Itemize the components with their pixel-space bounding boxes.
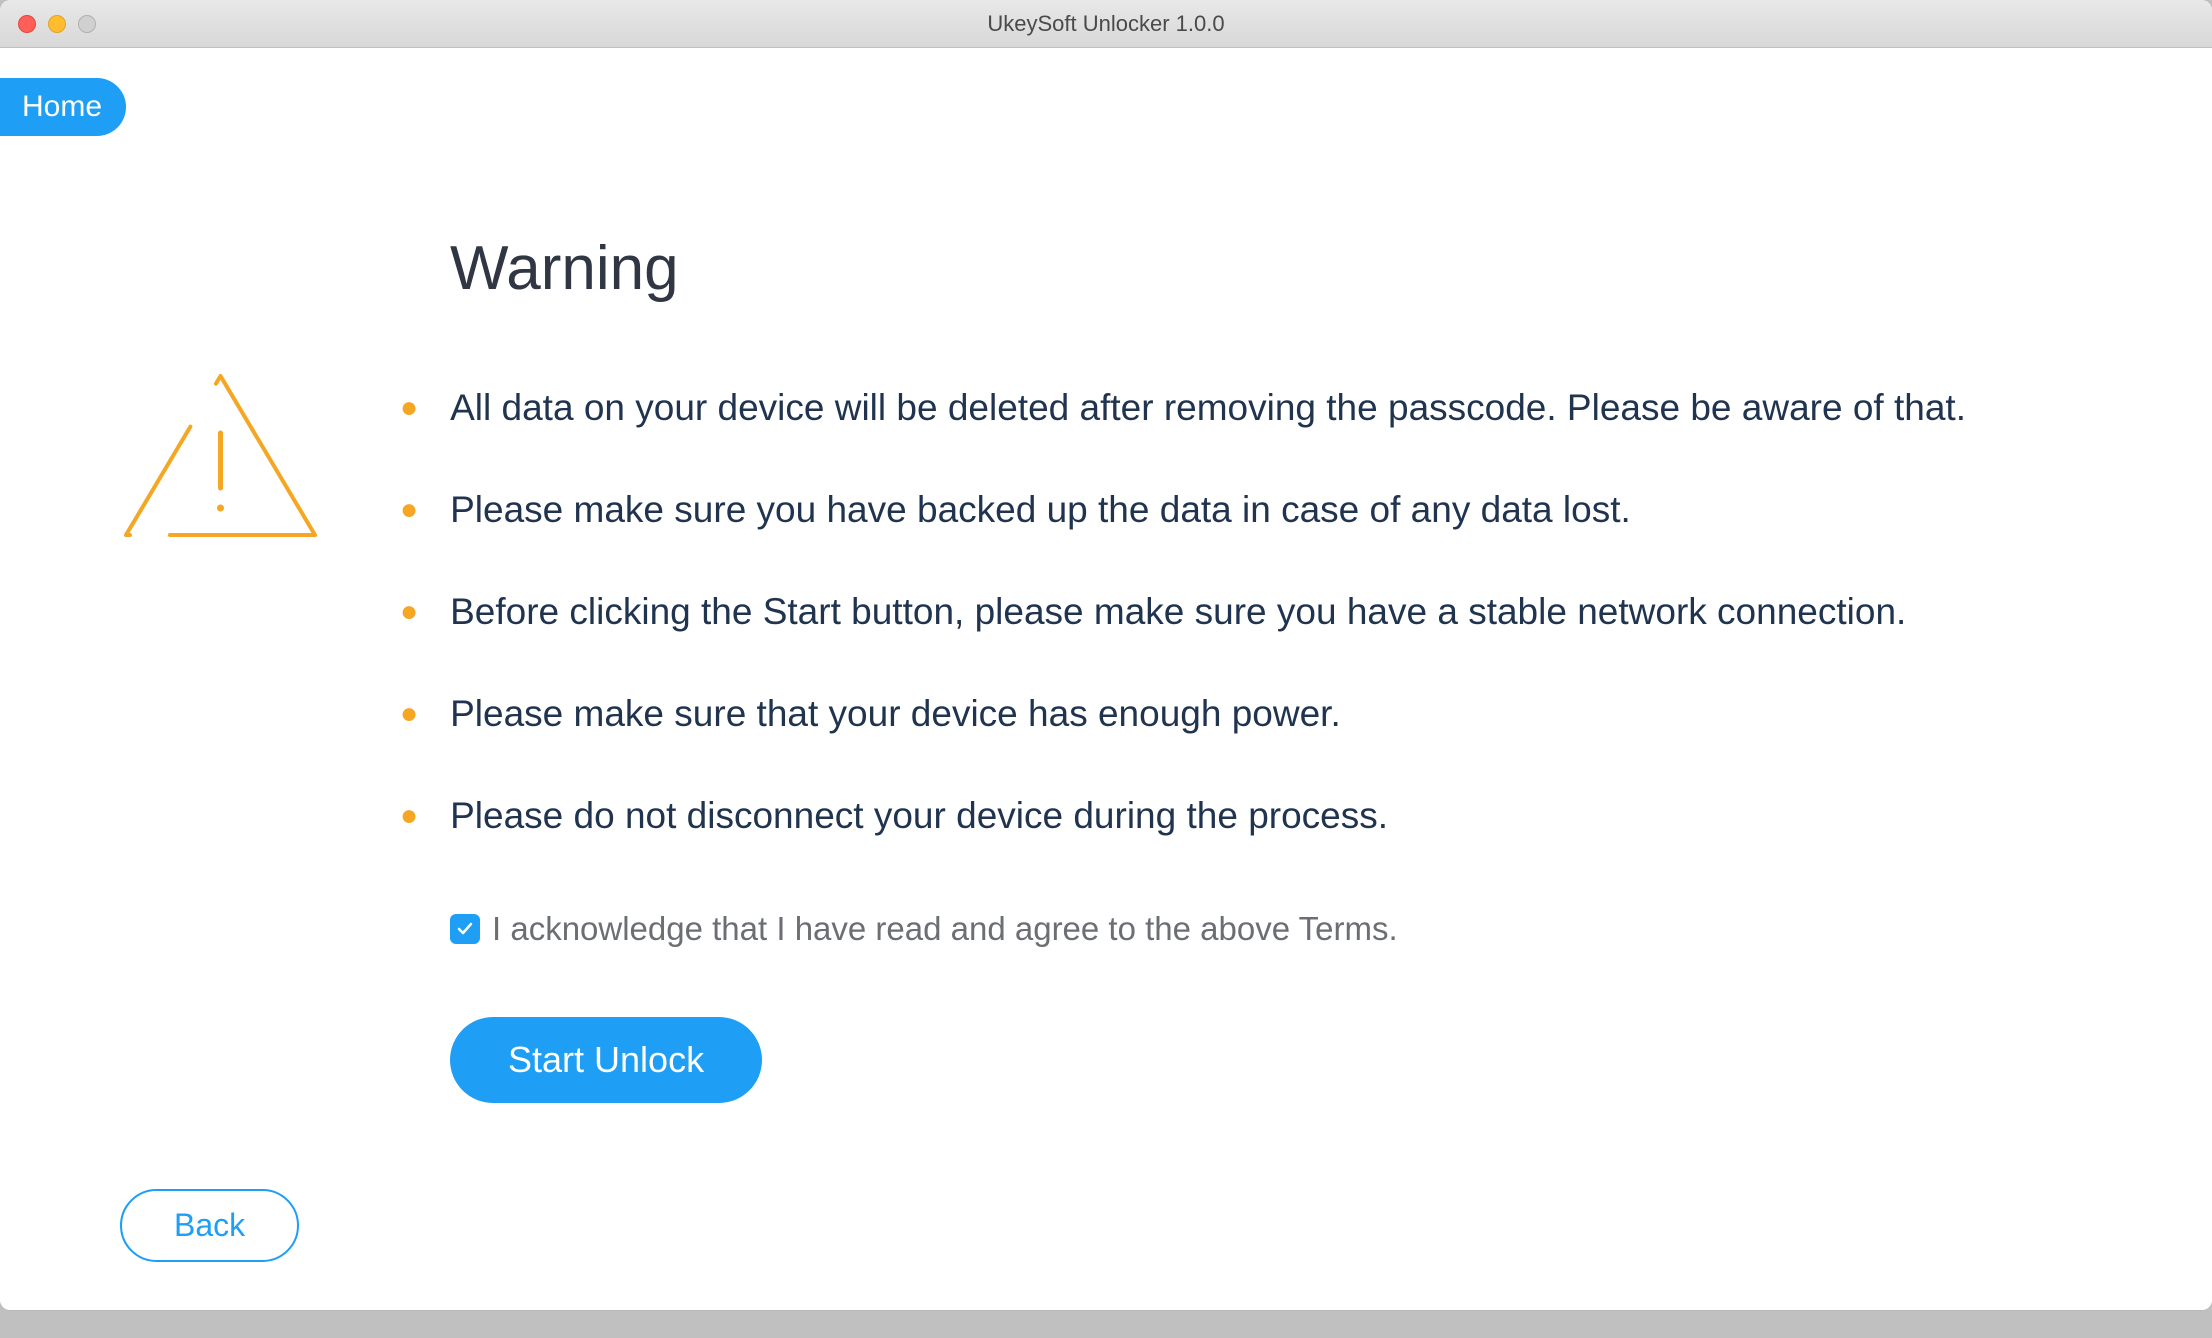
list-item: ● Please do not disconnect your device d… xyxy=(400,791,2120,841)
list-item-text: Please do not disconnect your device dur… xyxy=(450,791,1388,841)
acknowledge-row: I acknowledge that I have read and agree… xyxy=(450,910,1398,948)
bullet-icon: ● xyxy=(400,393,418,423)
list-item-text: Please make sure that your device has en… xyxy=(450,689,1341,739)
window-title: UkeySoft Unlocker 1.0.0 xyxy=(987,11,1224,37)
warning-list: ● All data on your device will be delete… xyxy=(400,383,2120,893)
list-item-text: Before clicking the Start button, please… xyxy=(450,587,1906,637)
close-icon[interactable] xyxy=(18,15,36,33)
page-title: Warning xyxy=(450,233,679,304)
list-item: ● Please make sure that your device has … xyxy=(400,689,2120,739)
list-item-text: Please make sure you have backed up the … xyxy=(450,485,1631,535)
start-unlock-button[interactable]: Start Unlock xyxy=(450,1017,762,1103)
bullet-icon: ● xyxy=(400,495,418,525)
content-area: Home Warning ● All data on your device w… xyxy=(0,48,2212,1310)
bullet-icon: ● xyxy=(400,597,418,627)
app-window: UkeySoft Unlocker 1.0.0 Home Warning ● A… xyxy=(0,0,2212,1310)
bullet-icon: ● xyxy=(400,801,418,831)
list-item: ● All data on your device will be delete… xyxy=(400,383,2120,433)
list-item: ● Before clicking the Start button, plea… xyxy=(400,587,2120,637)
acknowledge-label: I acknowledge that I have read and agree… xyxy=(492,910,1398,948)
window-controls xyxy=(18,15,96,33)
back-button[interactable]: Back xyxy=(120,1189,299,1262)
minimize-icon[interactable] xyxy=(48,15,66,33)
list-item-text: All data on your device will be deleted … xyxy=(450,383,1966,433)
list-item: ● Please make sure you have backed up th… xyxy=(400,485,2120,535)
bullet-icon: ● xyxy=(400,699,418,729)
titlebar: UkeySoft Unlocker 1.0.0 xyxy=(0,0,2212,48)
acknowledge-checkbox[interactable] xyxy=(450,914,480,944)
warning-icon xyxy=(118,368,323,548)
home-button[interactable]: Home xyxy=(0,78,126,136)
maximize-icon xyxy=(78,15,96,33)
